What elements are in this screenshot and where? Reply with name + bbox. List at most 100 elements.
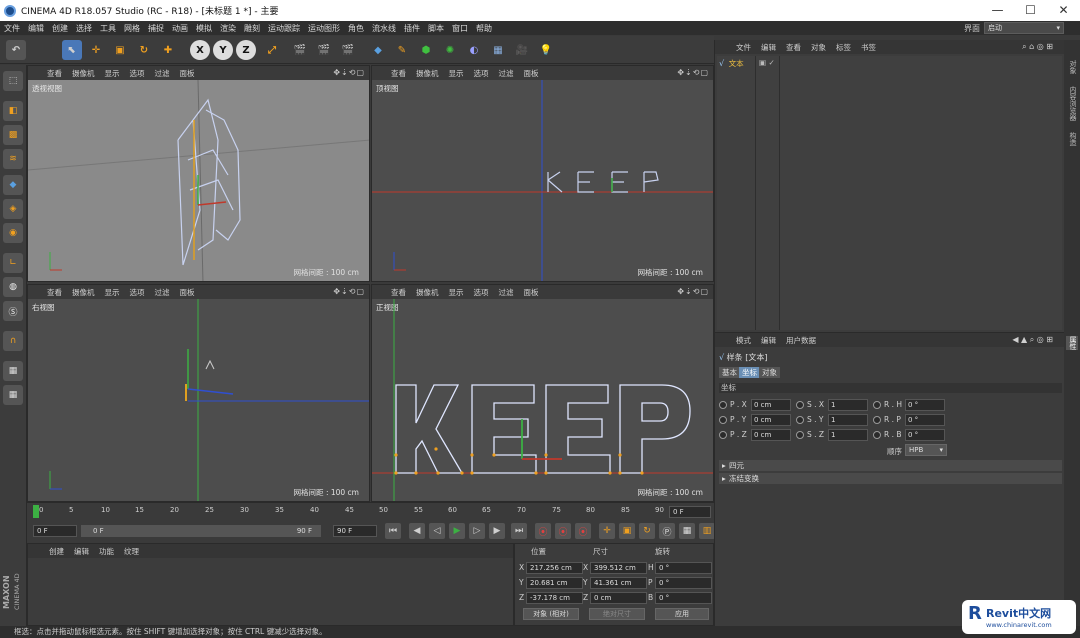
object-menu-file[interactable]: 文件	[731, 42, 756, 53]
timeline-ruler[interactable]: 0 5 10 15 20 25 30 35 40 45 50 55 60 65 …	[27, 502, 714, 520]
frame-range-slider[interactable]: 0 F 90 F	[81, 525, 321, 537]
apply-button[interactable]: 应用	[655, 608, 709, 620]
menu-mograph[interactable]: 运动图形	[304, 23, 344, 34]
viewport-menu-filter[interactable]: 过滤	[494, 287, 519, 298]
menu-snap[interactable]: 捕捉	[144, 23, 168, 34]
deformer-button[interactable]: ◐	[464, 40, 484, 60]
pen-spline-button[interactable]: ✎	[392, 40, 412, 60]
attr-pz-field[interactable]: 0 cm	[751, 429, 791, 441]
viewport-menu-view[interactable]: 查看	[42, 68, 67, 79]
scale-tool-button[interactable]: ▣	[110, 40, 130, 60]
viewport-menu-options[interactable]: 选项	[125, 68, 150, 79]
animate-py-radio[interactable]	[719, 416, 727, 424]
animate-sy-radio[interactable]	[796, 416, 804, 424]
viewport-perspective[interactable]: 查看 摄像机 显示 选项 过滤 面板 ✥⇣⟲▢ 透视视图 网格间距 : 100 …	[27, 65, 370, 282]
material-menu-edit[interactable]: 编辑	[69, 546, 94, 557]
viewport-menu-panel[interactable]: 面板	[519, 68, 544, 79]
viewport-menu-panel[interactable]: 面板	[519, 287, 544, 298]
object-menu-tags[interactable]: 标签	[831, 42, 856, 53]
size-x-field[interactable]: 399.512 cm	[590, 562, 647, 574]
viewport-menu-view[interactable]: 查看	[386, 68, 411, 79]
model-mode-button[interactable]: ◧	[3, 101, 23, 121]
live-select-button[interactable]: ⬉	[62, 40, 82, 60]
menu-pipeline[interactable]: 流水线	[368, 23, 400, 34]
key-pla-button[interactable]: ▦	[679, 523, 695, 539]
attr-py-field[interactable]: 0 cm	[751, 414, 791, 426]
material-menu-create[interactable]: 创建	[44, 546, 69, 557]
go-to-end-button[interactable]: ⏭	[511, 523, 527, 539]
viewport-menu-display[interactable]: 显示	[444, 287, 469, 298]
viewport-right[interactable]: 查看 摄像机 显示 选项 过滤 面板 ✥⇣⟲▢ 右视图 网格间距 : 100 c…	[27, 284, 370, 502]
viewport-menu-view[interactable]: 查看	[42, 287, 67, 298]
tab-basic[interactable]: 基本	[719, 367, 740, 378]
animate-rb-radio[interactable]	[873, 431, 881, 439]
go-to-start-button[interactable]: ⏮	[385, 523, 401, 539]
next-frame-button[interactable]: ▷	[469, 523, 485, 539]
viewport-menu-view[interactable]: 查看	[386, 287, 411, 298]
tab-object[interactable]: 对象	[759, 367, 780, 378]
quaternion-section[interactable]: ▸ 四元	[719, 460, 1062, 471]
end-frame-field[interactable]: 90 F	[333, 525, 377, 537]
side-tab-structure[interactable]: 构造	[1066, 132, 1078, 146]
y-axis-lock-button[interactable]: Y	[213, 40, 233, 60]
viewport-menu-panel[interactable]: 面板	[175, 287, 200, 298]
previous-key-button[interactable]: ◀	[409, 523, 425, 539]
menu-script[interactable]: 脚本	[424, 23, 448, 34]
attr-rp-field[interactable]: 0 °	[905, 414, 945, 426]
material-menu-function[interactable]: 功能	[94, 546, 119, 557]
timeline-window-button[interactable]: ▥	[699, 523, 715, 539]
current-frame-field[interactable]: 0 F	[669, 506, 711, 518]
position-x-field[interactable]: 217.256 cm	[526, 562, 583, 574]
viewport-menu-options[interactable]: 选项	[125, 287, 150, 298]
rotate-tool-button[interactable]: ↻	[134, 40, 154, 60]
edges-mode-button[interactable]: ◈	[3, 199, 23, 219]
render-view-button[interactable]: 🎬	[290, 40, 310, 60]
axis-mode-button[interactable]: ∟	[3, 253, 23, 273]
visibility-check-icon[interactable]: ▣ ✓	[759, 58, 775, 67]
recent-tool-button[interactable]: ✚	[158, 40, 178, 60]
tab-coordinates[interactable]: 坐标	[739, 367, 760, 378]
viewport-menu-options[interactable]: 选项	[469, 68, 494, 79]
menu-character[interactable]: 角色	[344, 23, 368, 34]
menu-help[interactable]: 帮助	[472, 23, 496, 34]
make-editable-button[interactable]: ⬚	[3, 71, 23, 91]
attr-nav-icons[interactable]: ◀ ▲ ⌕ ◎ ⊞	[1007, 335, 1058, 345]
planar-workplane-button[interactable]: ▦	[3, 385, 23, 405]
viewport-menu-panel[interactable]: 面板	[175, 68, 200, 79]
menu-select[interactable]: 选择	[72, 23, 96, 34]
object-menu-edit[interactable]: 编辑	[756, 42, 781, 53]
position-z-field[interactable]: -37.178 cm	[526, 592, 583, 604]
viewport-menu-filter[interactable]: 过滤	[494, 68, 519, 79]
keyframe-selection-button[interactable]: ⦿	[575, 523, 591, 539]
attr-menu-user-data[interactable]: 用户数据	[781, 335, 821, 346]
side-tab-objects[interactable]: 对象	[1066, 60, 1078, 74]
viewport-nav-icons[interactable]: ✥⇣⟲▢	[677, 287, 709, 296]
viewport-menu-display[interactable]: 显示	[444, 68, 469, 79]
previous-frame-button[interactable]: ◁	[429, 523, 445, 539]
viewport-menu-filter[interactable]: 过滤	[150, 68, 175, 79]
viewport-nav-icons[interactable]: ✥⇣⟲▢	[333, 68, 365, 77]
viewport-front[interactable]: 查看 摄像机 显示 选项 过滤 面板 ✥⇣⟲▢ 正视图 网格间距 : 100 c…	[371, 284, 714, 502]
undo-button[interactable]: ↶	[6, 40, 26, 60]
side-tab-content-browser[interactable]: 内容浏览器	[1066, 86, 1078, 121]
viewport-menu-filter[interactable]: 过滤	[150, 287, 175, 298]
close-button[interactable]: ✕	[1047, 0, 1080, 21]
attr-sx-field[interactable]: 1	[828, 399, 868, 411]
menu-create[interactable]: 创建	[48, 23, 72, 34]
viewport-menu-options[interactable]: 选项	[469, 287, 494, 298]
next-key-button[interactable]: ▶	[489, 523, 505, 539]
points-mode-button[interactable]: ◆	[3, 175, 23, 195]
animate-sz-radio[interactable]	[796, 431, 804, 439]
x-axis-lock-button[interactable]: X	[190, 40, 210, 60]
lock-workplane-button[interactable]: ▦	[3, 361, 23, 381]
start-frame-field[interactable]: 0 F	[33, 525, 77, 537]
viewport-menu-camera[interactable]: 摄像机	[67, 68, 100, 79]
attr-rh-field[interactable]: 0 °	[905, 399, 945, 411]
light-object-button[interactable]: 💡	[536, 40, 556, 60]
attr-sz-field[interactable]: 1	[828, 429, 868, 441]
size-mode-dropdown[interactable]: 绝对尺寸	[589, 608, 645, 620]
z-axis-lock-button[interactable]: Z	[236, 40, 256, 60]
key-position-button[interactable]: ✛	[599, 523, 615, 539]
menu-mesh[interactable]: 网格	[120, 23, 144, 34]
menu-animate[interactable]: 动画	[168, 23, 192, 34]
